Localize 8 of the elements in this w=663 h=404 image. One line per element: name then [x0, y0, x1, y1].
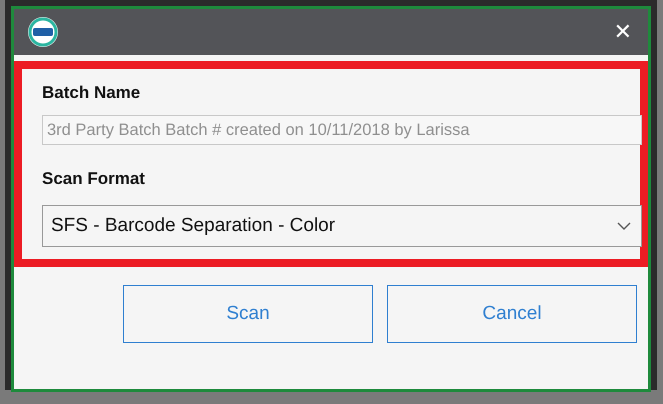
chevron-down-icon [617, 222, 631, 230]
cancel-button[interactable]: Cancel [387, 285, 637, 343]
close-button[interactable]: ✕ [610, 20, 636, 44]
scan-format-dropdown[interactable]: SFS - Barcode Separation - Color [42, 205, 642, 247]
scan-format-label: Scan Format [42, 169, 146, 189]
batch-name-label: Batch Name [42, 83, 142, 103]
scan-button[interactable]: Scan [123, 285, 373, 343]
app-logo-icon [27, 16, 59, 48]
